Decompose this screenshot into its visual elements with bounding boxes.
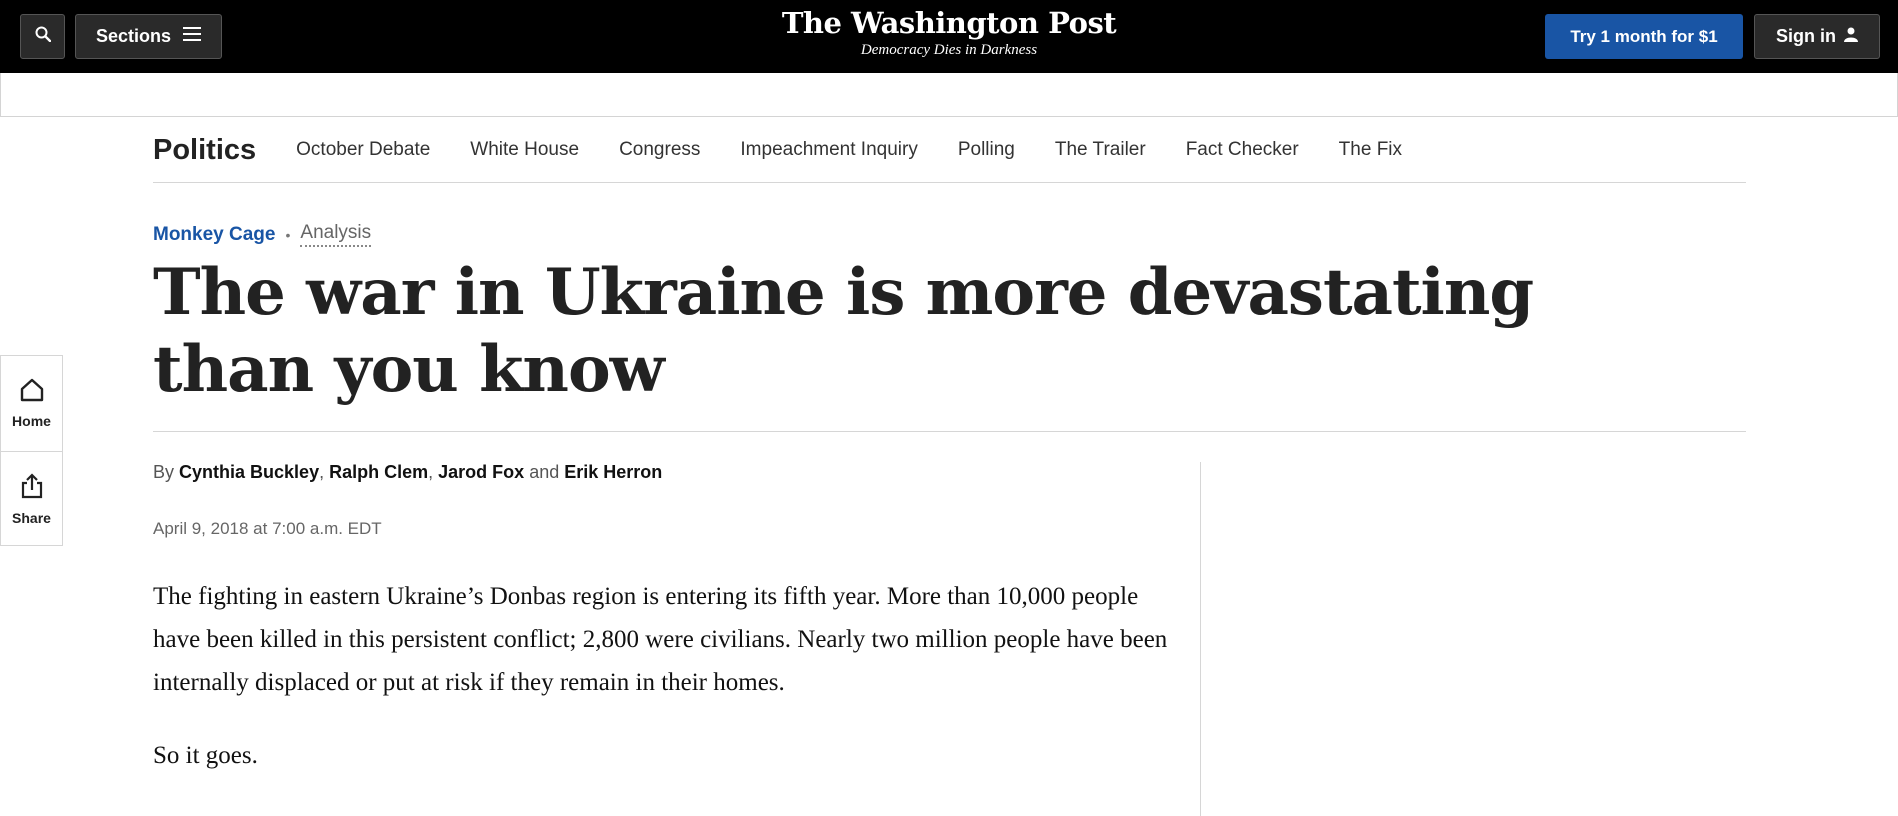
byline-comma: ,	[319, 462, 330, 482]
nav-item-the-fix[interactable]: The Fix	[1339, 139, 1402, 161]
author-link[interactable]: Ralph Clem	[329, 462, 428, 482]
ad-placeholder	[0, 73, 1898, 117]
share-button[interactable]: Share	[1, 451, 62, 546]
nav-item-the-trailer[interactable]: The Trailer	[1055, 139, 1146, 161]
nav-item-october-debate[interactable]: October Debate	[296, 139, 430, 161]
home-button[interactable]: Home	[1, 356, 62, 451]
author-link[interactable]: Erik Herron	[564, 462, 662, 482]
byline: By Cynthia Buckley, Ralph Clem, Jarod Fo…	[153, 462, 662, 483]
nav-item-white-house[interactable]: White House	[470, 139, 579, 161]
nav-item-impeachment-inquiry[interactable]: Impeachment Inquiry	[740, 139, 917, 161]
kicker-separator: •	[285, 226, 291, 243]
nav-item-congress[interactable]: Congress	[619, 139, 700, 161]
subscribe-button[interactable]: Try 1 month for $1	[1545, 14, 1743, 59]
sign-in-button[interactable]: Sign in	[1754, 14, 1880, 59]
share-label: Share	[12, 509, 51, 526]
home-icon	[19, 378, 45, 407]
section-nav: Politics October Debate White House Cong…	[153, 118, 1746, 183]
kicker-label[interactable]: Analysis	[300, 222, 372, 247]
author-link[interactable]: Jarod Fox	[438, 462, 524, 482]
user-icon	[1844, 26, 1858, 47]
home-label: Home	[12, 413, 51, 429]
nav-item-polling[interactable]: Polling	[958, 139, 1015, 161]
article-body: The fighting in eastern Ukraine’s Donbas…	[153, 575, 1188, 777]
byline-and: and	[529, 462, 560, 482]
side-rail: Home Share	[0, 355, 63, 546]
column-divider	[1200, 462, 1201, 816]
article-kicker: Monkey Cage • Analysis	[153, 222, 372, 247]
nav-item-fact-checker[interactable]: Fact Checker	[1186, 139, 1299, 161]
byline-prefix: By	[153, 462, 175, 482]
article-paragraph: The fighting in eastern Ukraine’s Donbas…	[153, 583, 1168, 696]
headline-divider	[153, 431, 1746, 432]
section-title[interactable]: Politics	[153, 134, 256, 167]
byline-comma: ,	[428, 462, 439, 482]
article-headline: The war in Ukraine is more devastating t…	[153, 255, 1534, 407]
sign-in-label: Sign in	[1776, 26, 1836, 46]
author-link[interactable]: Cynthia Buckley	[179, 462, 319, 482]
kicker-column-link[interactable]: Monkey Cage	[153, 224, 275, 246]
share-icon	[20, 472, 44, 504]
article-paragraph: So it goes.	[153, 742, 258, 769]
top-header: Sections The Washington Post Democracy D…	[0, 0, 1898, 73]
publish-date: April 9, 2018 at 7:00 a.m. EDT	[153, 519, 382, 538]
